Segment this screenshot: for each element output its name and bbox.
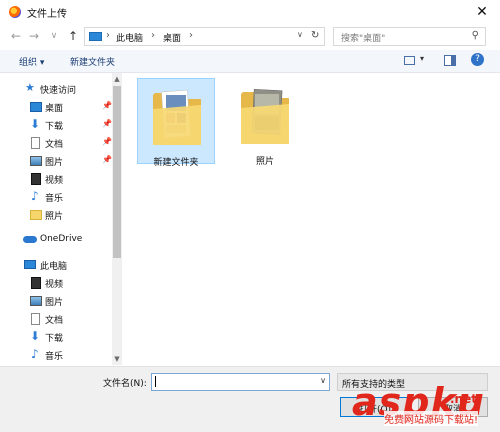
nav-label: 桌面 — [45, 104, 64, 114]
nav-label: 文档 — [45, 316, 64, 326]
title-bar: 文件上传 ✕ — [0, 0, 500, 24]
pin-icon: 📌 — [102, 101, 112, 110]
nav-quick-music[interactable]: ♪ 音乐 — [0, 188, 112, 206]
nav-label: 下载 — [45, 334, 64, 344]
close-button[interactable]: ✕ — [469, 2, 495, 22]
pin-icon: 📌 — [102, 119, 112, 128]
folder-with-photos-icon — [241, 89, 289, 144]
nav-quick-pictures[interactable]: 图片 📌 — [0, 152, 112, 170]
breadcrumb-separator-icon[interactable]: › — [151, 30, 155, 41]
pictures-icon — [30, 296, 42, 306]
nav-label: 此电脑 — [40, 262, 68, 272]
address-bar[interactable]: › 此电脑 › 桌面 › ∨ ↻ — [84, 27, 325, 46]
organize-menu[interactable]: 组织 ▾ — [19, 55, 44, 68]
nav-pc-downloads[interactable]: ⬇ 下载 — [0, 328, 112, 346]
nav-label: 快速访问 — [40, 86, 77, 96]
folder-with-images-icon — [153, 89, 201, 145]
search-box[interactable]: 搜索"桌面" ⚲ — [333, 27, 486, 46]
nav-pc-documents[interactable]: 文档 — [0, 310, 112, 328]
nav-label: OneDrive — [40, 234, 83, 244]
pin-icon: 📌 — [102, 155, 112, 164]
nav-quick-access[interactable]: ★ 快速访问 — [0, 80, 112, 98]
up-arrow-icon[interactable]: ↑ — [66, 28, 80, 44]
breadcrumb-separator-icon[interactable]: › — [189, 30, 193, 41]
view-options-icon[interactable] — [404, 56, 415, 65]
nav-label: 音乐 — [45, 194, 64, 204]
new-folder-button[interactable]: 新建文件夹 — [70, 55, 115, 68]
nav-label: 文档 — [45, 140, 64, 150]
download-icon: ⬇ — [30, 329, 41, 343]
nav-quick-documents[interactable]: 文档 📌 — [0, 134, 112, 152]
search-input[interactable]: 搜索"桌面" — [341, 31, 385, 44]
nav-quick-desktop[interactable]: 桌面 📌 — [0, 98, 112, 116]
nav-label: 下载 — [45, 122, 64, 132]
document-icon — [31, 137, 40, 149]
file-item[interactable]: 照片 — [226, 78, 304, 167]
download-icon: ⬇ — [30, 117, 41, 131]
text-caret — [155, 376, 156, 387]
filename-label: 文件名(N): — [103, 379, 147, 389]
nav-pc-pictures[interactable]: 图片 — [0, 292, 112, 310]
view-dropdown-icon[interactable]: ▾ — [420, 54, 424, 63]
nav-onedrive[interactable]: OneDrive — [0, 231, 112, 249]
pin-icon: 📌 — [102, 137, 112, 146]
file-label: 新建文件夹 — [153, 158, 199, 168]
scroll-down-icon[interactable]: ▼ — [112, 354, 122, 364]
desktop-icon — [30, 102, 42, 112]
nav-pc-music[interactable]: ♪ 音乐 — [0, 346, 112, 364]
folder-icon — [30, 210, 42, 220]
nav-label: 图片 — [45, 298, 64, 308]
forward-arrow-icon[interactable]: → — [27, 28, 41, 44]
command-toolbar: 组织 ▾ 新建文件夹 ▾ ? — [0, 50, 500, 73]
nav-quick-photos[interactable]: 照片 — [0, 206, 112, 224]
watermark-tagline: 免费网站源码下载站! — [384, 411, 479, 426]
nav-label: 视频 — [45, 280, 64, 290]
this-pc-icon — [89, 32, 102, 41]
filename-input[interactable]: ∨ — [151, 373, 330, 391]
breadcrumb-separator-icon[interactable]: › — [106, 30, 110, 41]
help-icon[interactable]: ? — [471, 53, 484, 66]
refresh-icon[interactable]: ↻ — [311, 30, 319, 41]
video-icon — [31, 173, 41, 185]
pictures-icon — [30, 156, 42, 166]
nav-label: 图片 — [45, 158, 64, 168]
address-dropdown-icon[interactable]: ∨ — [297, 30, 303, 39]
nav-quick-videos[interactable]: 视频 — [0, 170, 112, 188]
window-title: 文件上传 — [27, 9, 67, 20]
nav-pc-videos[interactable]: 视频 — [0, 274, 112, 292]
nav-label: 视频 — [45, 176, 64, 186]
file-item[interactable]: 新建文件夹 — [137, 78, 215, 168]
watermark-tld: .net — [450, 392, 477, 406]
breadcrumb-this-pc[interactable]: 此电脑 — [116, 31, 143, 44]
nav-label: 音乐 — [45, 352, 64, 362]
nav-label: 照片 — [45, 212, 64, 222]
video-icon — [31, 277, 41, 289]
nav-this-pc[interactable]: 此电脑 — [0, 256, 112, 274]
cloud-icon — [23, 236, 37, 243]
nav-quick-downloads[interactable]: ⬇ 下载 📌 — [0, 116, 112, 134]
file-label: 照片 — [255, 157, 274, 167]
star-icon: ★ — [25, 81, 35, 94]
filename-dropdown-icon[interactable]: ∨ — [320, 376, 326, 385]
search-icon[interactable]: ⚲ — [472, 30, 479, 41]
back-arrow-icon[interactable]: ← — [9, 28, 23, 44]
recent-chevron-icon[interactable]: ∨ — [47, 28, 61, 44]
computer-icon — [24, 260, 36, 269]
browser-app-icon — [9, 6, 21, 18]
music-icon: ♪ — [31, 189, 39, 203]
scrollbar-thumb[interactable] — [113, 86, 121, 258]
scroll-up-icon[interactable]: ▲ — [112, 74, 122, 84]
preview-pane-icon[interactable] — [444, 55, 456, 66]
document-icon — [31, 313, 40, 325]
music-icon: ♪ — [31, 347, 39, 361]
breadcrumb-desktop[interactable]: 桌面 — [163, 31, 181, 44]
